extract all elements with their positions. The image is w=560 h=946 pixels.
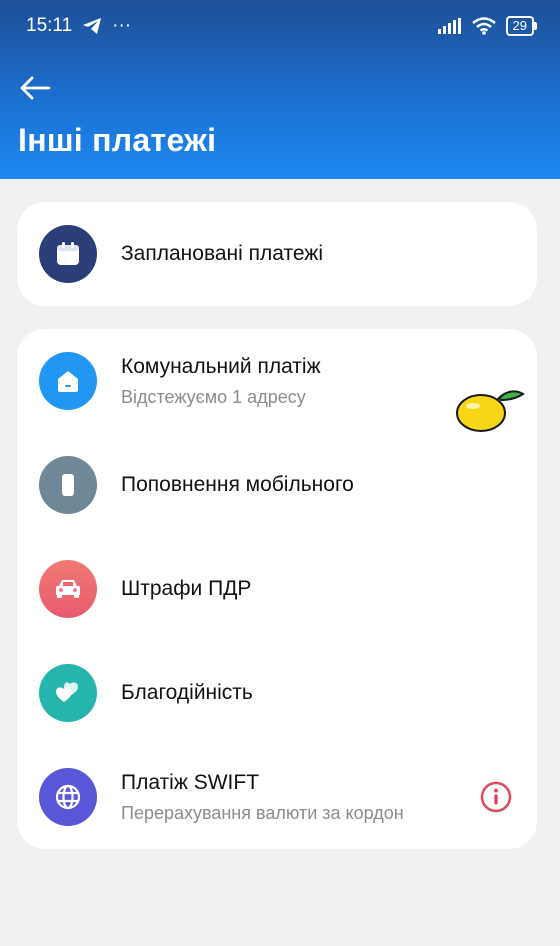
wifi-icon: [471, 17, 496, 35]
swift-payment-title: Платіж SWIFT: [121, 770, 260, 794]
swift-payment-row[interactable]: Платіж SWIFT Перерахування валюти за кор…: [17, 745, 537, 849]
mobile-topup-text: Поповнення мобільного: [121, 473, 354, 497]
charity-title: Благодійність: [121, 681, 253, 704]
status-bar: 15:11 ··· 29: [0, 0, 560, 52]
car-icon-circle: [39, 560, 97, 618]
mobile-topup-row[interactable]: Поповнення мобільного: [17, 433, 537, 537]
traffic-fines-title: Штрафи ПДР: [121, 577, 252, 600]
status-left: 15:11 ···: [26, 15, 131, 37]
phone-icon-circle: [39, 456, 97, 514]
mobile-topup-title: Поповнення мобільного: [121, 473, 354, 496]
scheduled-payments-card: Заплановані платежі: [17, 202, 537, 306]
back-arrow-icon: [20, 76, 51, 100]
utility-payment-title: Комунальний платіж: [121, 354, 321, 378]
house-icon: [58, 371, 78, 392]
signal-icon: [437, 18, 461, 34]
battery-indicator: 29: [505, 16, 538, 36]
back-button[interactable]: [18, 72, 52, 104]
status-time: 15:11: [26, 15, 73, 36]
car-icon: [56, 580, 80, 598]
swift-payment-subtitle: Перерахування валюти за кордон: [121, 802, 404, 823]
calendar-icon-circle: [39, 225, 97, 283]
lemon-icon: [453, 390, 525, 435]
hearts-icon: [56, 682, 78, 702]
globe-icon: [55, 784, 81, 810]
charity-row[interactable]: Благодійність: [17, 641, 537, 745]
page-title: Інші платежі: [18, 122, 217, 158]
header: 15:11 ··· 29 Інші платежі: [0, 0, 560, 179]
scheduled-payments-label: Заплановані платежі: [121, 242, 324, 265]
telegram-icon: [83, 18, 102, 34]
hearts-icon-circle: [39, 664, 97, 722]
utility-payment-text: Комунальний платіж Відстежуємо 1 адресу: [121, 355, 321, 408]
house-icon-circle: [39, 352, 97, 410]
traffic-fines-text: Штрафи ПДР: [121, 577, 251, 601]
scheduled-payments-text: Заплановані платежі: [121, 242, 323, 266]
scheduled-payments-row[interactable]: Заплановані платежі: [17, 202, 537, 306]
globe-icon-circle: [39, 768, 97, 826]
phone-icon: [62, 474, 74, 496]
calendar-icon: [57, 242, 79, 265]
info-icon[interactable]: [479, 780, 513, 814]
status-more: ···: [112, 15, 132, 36]
swift-payment-text: Платіж SWIFT Перерахування валюти за кор…: [121, 771, 404, 824]
status-right: 29: [437, 16, 538, 36]
charity-text: Благодійність: [121, 681, 253, 705]
utility-payment-subtitle: Відстежуємо 1 адресу: [121, 386, 306, 407]
traffic-fines-row[interactable]: Штрафи ПДР: [17, 537, 537, 641]
